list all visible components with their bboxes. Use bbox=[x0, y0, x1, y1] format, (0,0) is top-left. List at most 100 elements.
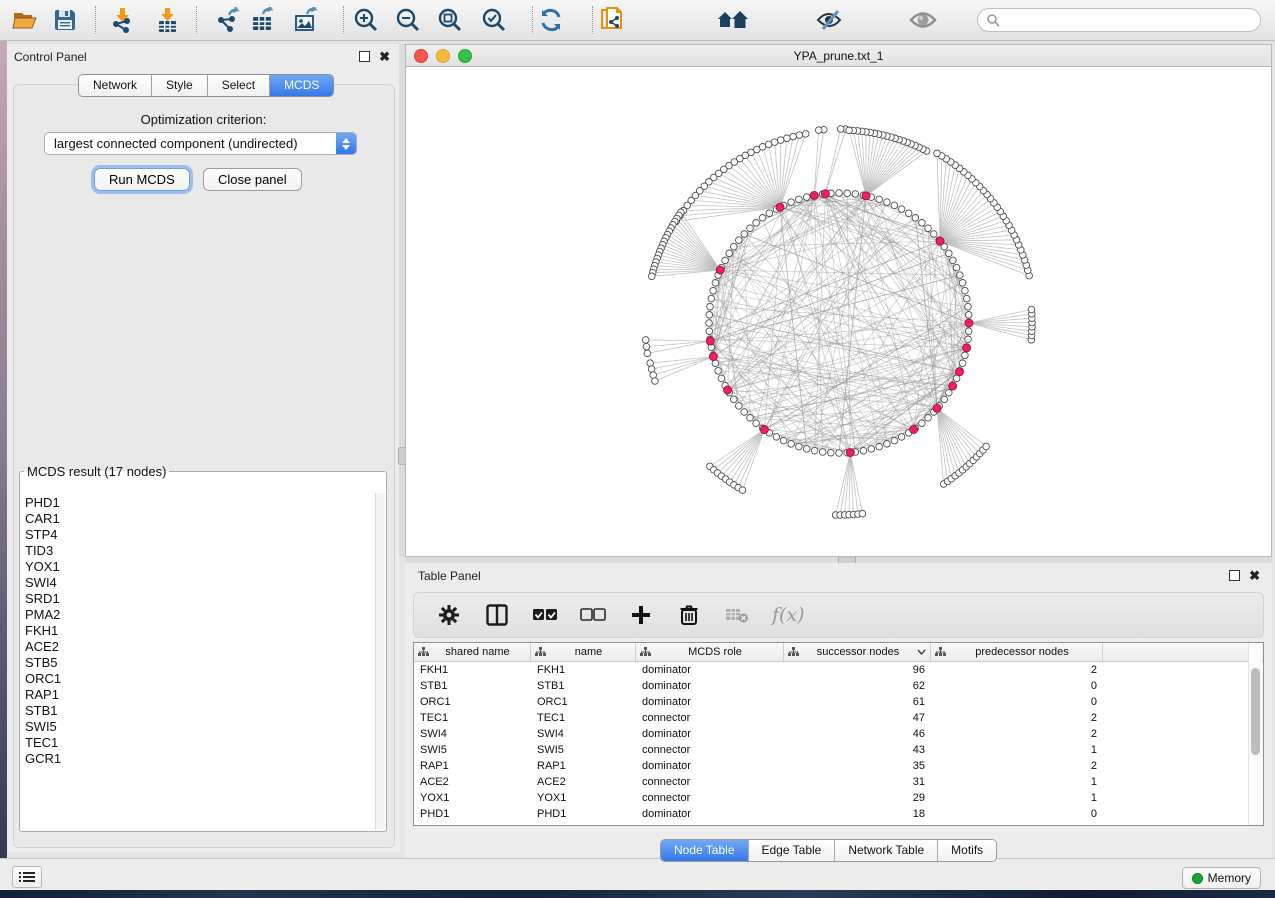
tab-network[interactable]: Network bbox=[79, 75, 152, 96]
mcds-result-item[interactable]: FKH1 bbox=[25, 623, 376, 639]
toolbar-separator bbox=[196, 6, 197, 34]
task-history-button[interactable] bbox=[12, 866, 42, 888]
search-icon bbox=[986, 13, 1000, 27]
mcds-result-item[interactable]: CAR1 bbox=[25, 511, 376, 527]
mcds-result-item[interactable]: SWI5 bbox=[25, 719, 376, 735]
dropdown-stepper-icon bbox=[336, 133, 356, 154]
column-header-MCDS-role[interactable]: MCDS role bbox=[636, 643, 784, 661]
control-panel-title: Control Panel bbox=[14, 50, 87, 64]
toolbar-separator bbox=[343, 6, 344, 34]
select-all-checkboxes-icon[interactable] bbox=[532, 602, 558, 628]
tab-edge-table[interactable]: Edge Table bbox=[749, 840, 836, 861]
refresh-view-icon[interactable] bbox=[534, 4, 568, 36]
table-browser-tabs: Node TableEdge TableNetwork TableMotifs bbox=[660, 839, 997, 862]
deselect-all-checkboxes-icon[interactable] bbox=[580, 602, 606, 628]
hide-selected-icon[interactable] bbox=[813, 4, 847, 36]
run-mcds-button[interactable]: Run MCDS bbox=[94, 168, 190, 191]
node-table: shared namenameMCDS rolesuccessor nodesp… bbox=[413, 642, 1264, 826]
tab-node-table[interactable]: Node Table bbox=[661, 840, 749, 861]
mcds-result-item[interactable]: STB5 bbox=[25, 655, 376, 671]
tab-style[interactable]: Style bbox=[152, 75, 208, 96]
table-panel-title: Table Panel bbox=[418, 569, 481, 583]
table-row[interactable]: TEC1 TEC1 connector 47 2 bbox=[414, 710, 1263, 726]
task-list-icon bbox=[19, 871, 35, 883]
column-header-predecessor-nodes[interactable]: predecessor nodes bbox=[931, 643, 1103, 661]
tab-select[interactable]: Select bbox=[208, 75, 270, 96]
table-options-gear-icon[interactable] bbox=[436, 602, 462, 628]
table-row[interactable]: FKH1 FKH1 dominator 96 2 bbox=[414, 662, 1263, 678]
mcds-result-item[interactable]: TID3 bbox=[25, 543, 376, 559]
table-row[interactable]: YOX1 YOX1 connector 29 1 bbox=[414, 790, 1263, 806]
mcds-result-item[interactable]: ORC1 bbox=[25, 671, 376, 687]
mcds-result-item[interactable]: RAP1 bbox=[25, 687, 376, 703]
tab-network-table[interactable]: Network Table bbox=[835, 840, 938, 861]
mcds-result-item[interactable]: TEC1 bbox=[25, 735, 376, 751]
table-scrollbar[interactable] bbox=[1248, 644, 1262, 825]
mcds-result-groupbox: MCDS result (17 nodes) PHD1CAR1STP4TID3Y… bbox=[19, 464, 387, 832]
open-session-icon[interactable] bbox=[8, 4, 42, 36]
search-field[interactable] bbox=[977, 8, 1261, 32]
network-view-titlebar[interactable]: YPA_prune.txt_1 bbox=[406, 45, 1271, 67]
delete-column-icon[interactable] bbox=[676, 602, 702, 628]
table-row[interactable]: ORC1 ORC1 dominator 61 0 bbox=[414, 694, 1263, 710]
export-network-icon[interactable] bbox=[211, 4, 245, 36]
tab-mcds[interactable]: MCDS bbox=[270, 75, 333, 96]
mcds-result-item[interactable]: SWI4 bbox=[25, 575, 376, 591]
sort-descending-icon bbox=[917, 649, 926, 655]
export-image-icon[interactable] bbox=[289, 4, 323, 36]
control-panel-tabs: Network Style Select MCDS bbox=[78, 74, 334, 97]
import-network-icon[interactable] bbox=[105, 4, 139, 36]
first-neighbors-icon[interactable] bbox=[716, 4, 750, 36]
float-panel-icon[interactable] bbox=[359, 51, 370, 62]
network-canvas[interactable] bbox=[406, 66, 1271, 556]
table-toolbar: f(x) bbox=[413, 592, 1264, 638]
mcds-result-item[interactable]: GCR1 bbox=[25, 751, 376, 767]
column-header-shared-name[interactable]: shared name bbox=[414, 643, 531, 661]
function-builder-icon-disabled: f(x) bbox=[772, 604, 805, 626]
table-row[interactable]: PHD1 PHD1 dominator 18 0 bbox=[414, 806, 1263, 822]
mcds-result-item[interactable]: ACE2 bbox=[25, 639, 376, 655]
mcds-result-item[interactable]: STP4 bbox=[25, 527, 376, 543]
mcds-result-scrollbar[interactable] bbox=[375, 493, 385, 830]
show-column-icon[interactable] bbox=[484, 602, 510, 628]
show-all-icon[interactable] bbox=[906, 4, 940, 36]
close-panel-icon[interactable]: ✖ bbox=[379, 52, 390, 61]
table-row[interactable]: SWI5 SWI5 connector 43 1 bbox=[414, 742, 1263, 758]
optimization-criterion-dropdown[interactable]: largest connected component (undirected) bbox=[44, 132, 357, 155]
node-table-rows: FKH1 FKH1 dominator 96 2 STB1 STB1 domin… bbox=[414, 662, 1263, 822]
memory-label: Memory bbox=[1208, 871, 1251, 885]
zoom-selected-icon[interactable] bbox=[477, 4, 511, 36]
new-network-from-selection-icon[interactable] bbox=[595, 4, 629, 36]
export-table-icon[interactable] bbox=[246, 4, 280, 36]
mcds-result-item[interactable]: SRD1 bbox=[25, 591, 376, 607]
close-panel-button[interactable]: Close panel bbox=[203, 168, 302, 191]
zoom-out-icon[interactable] bbox=[391, 4, 425, 36]
table-row[interactable]: STB1 STB1 dominator 62 0 bbox=[414, 678, 1263, 694]
status-bar: Memory bbox=[0, 858, 1275, 890]
mcds-result-item[interactable]: PMA2 bbox=[25, 607, 376, 623]
zoom-in-icon[interactable] bbox=[349, 4, 383, 36]
mcds-result-item[interactable]: YOX1 bbox=[25, 559, 376, 575]
close-panel-icon[interactable]: ✖ bbox=[1249, 571, 1260, 580]
mcds-result-item[interactable]: PHD1 bbox=[25, 495, 376, 511]
mcds-result-list[interactable]: PHD1CAR1STP4TID3YOX1SWI4SRD1PMA2FKH1ACE2… bbox=[21, 493, 376, 830]
table-row[interactable]: RAP1 RAP1 dominator 35 2 bbox=[414, 758, 1263, 774]
search-input[interactable] bbox=[1000, 12, 1252, 28]
table-row[interactable]: ACE2 ACE2 connector 31 1 bbox=[414, 774, 1263, 790]
mcds-result-item[interactable]: STB1 bbox=[25, 703, 376, 719]
add-column-icon[interactable] bbox=[628, 602, 654, 628]
import-table-icon[interactable] bbox=[150, 4, 184, 36]
zoom-fit-icon[interactable] bbox=[433, 4, 467, 36]
save-session-icon[interactable] bbox=[48, 4, 82, 36]
tab-motifs[interactable]: Motifs bbox=[938, 840, 996, 861]
float-panel-icon[interactable] bbox=[1229, 570, 1240, 581]
memory-button[interactable]: Memory bbox=[1182, 867, 1261, 889]
toolbar-separator bbox=[95, 6, 96, 34]
table-row[interactable]: SWI4 SWI4 dominator 46 2 bbox=[414, 726, 1263, 742]
desktop-wallpaper-left bbox=[0, 40, 7, 891]
table-scrollbar-thumb[interactable] bbox=[1251, 668, 1260, 755]
column-header-successor-nodes[interactable]: successor nodes bbox=[784, 643, 931, 661]
attribute-type-icon bbox=[788, 647, 799, 657]
column-header-name[interactable]: name bbox=[531, 643, 636, 661]
dropdown-selected-value: largest connected component (undirected) bbox=[45, 136, 336, 151]
